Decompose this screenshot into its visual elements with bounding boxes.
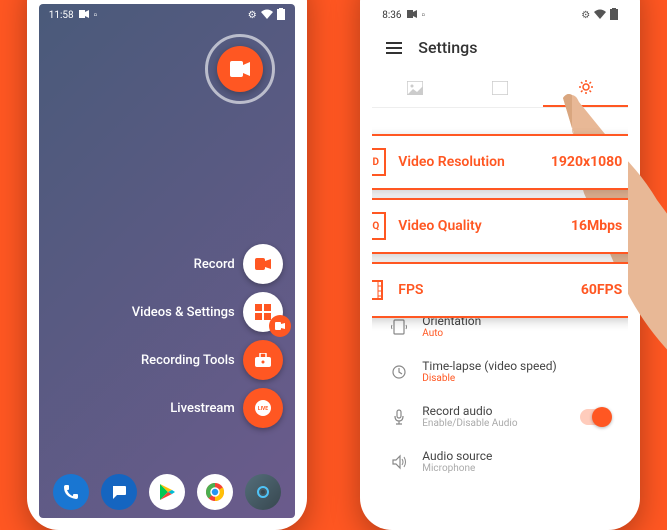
setting-record-audio[interactable]: Record audio Enable/Disable Audio [372,394,628,439]
camera-small-icon [275,322,285,330]
tab-gallery[interactable] [458,69,543,107]
status-time: 11:58 [49,10,74,21]
camera-icon [255,258,271,270]
record-fab-main[interactable] [205,34,275,104]
setting-timelapse[interactable]: Time-lapse (video speed) Disable [372,349,628,394]
fps-icon [372,276,386,304]
settings-status-icon: ⚙ [248,10,257,21]
setting-audio-source[interactable]: Audio source Microphone [372,439,628,484]
hd-icon: HD [372,148,386,176]
svg-text:LIVE: LIVE [258,406,268,412]
live-icon: LIVE [253,398,273,418]
fab-item-record[interactable]: Record [194,244,283,284]
messages-app-icon[interactable] [101,474,137,510]
card-fps[interactable]: FPS 60FPS [372,262,628,318]
wifi-icon [594,9,606,22]
tabs [372,69,628,108]
card-video-resolution[interactable]: HD Video Resolution 1920x1080 [372,134,628,190]
message-icon: ▫ [94,10,98,21]
record-indicator-icon [407,10,417,21]
audio-toggle[interactable] [580,409,610,425]
camera-icon [230,61,250,77]
dock [39,474,295,510]
microphone-icon [390,409,408,425]
battery-icon [277,8,285,23]
grid-icon [255,304,271,320]
tab-image[interactable] [372,69,457,107]
fab-item-recording-tools[interactable]: Recording Tools [141,340,283,380]
settings-header: Settings [372,26,628,69]
battery-icon [610,8,618,23]
play-store-icon[interactable] [149,474,185,510]
timelapse-icon [390,364,408,380]
card-video-quality[interactable]: HQ Video Quality 16Mbps [372,198,628,254]
tab-settings[interactable] [543,69,628,107]
speaker-icon [390,454,408,470]
record-indicator-icon [79,10,89,21]
highlight-cards: HD Video Resolution 1920x1080 HQ Video Q… [372,134,628,326]
settings-screen: 8:36 ▫ ⚙ Settings HD Video [372,4,628,518]
fab-menu: Record Videos & Settings Recording Tools [132,244,283,428]
status-bar: 8:36 ▫ ⚙ [372,4,628,26]
status-time: 8:36 [382,10,401,21]
settings-status-icon: ⚙ [581,10,590,21]
hq-icon: HQ [372,212,386,240]
menu-icon[interactable] [386,42,402,54]
phone-left: 11:58 ▫ ⚙ Re [27,0,307,530]
chrome-icon[interactable] [197,474,233,510]
phone-right: 8:36 ▫ ⚙ Settings HD Video [360,0,640,530]
toolbox-icon [255,353,271,367]
settings-list: Orientation Auto Time-lapse (video speed… [372,304,628,484]
wifi-icon [261,9,273,22]
message-icon: ▫ [422,10,426,21]
page-title: Settings [418,38,477,57]
fab-item-videos-settings[interactable]: Videos & Settings [132,292,283,332]
status-bar: 11:58 ▫ ⚙ [39,4,295,26]
fab-item-livestream[interactable]: Livestream LIVE [170,388,282,428]
camera-app-icon[interactable] [245,474,281,510]
home-screen: 11:58 ▫ ⚙ Re [39,4,295,518]
phone-app-icon[interactable] [53,474,89,510]
